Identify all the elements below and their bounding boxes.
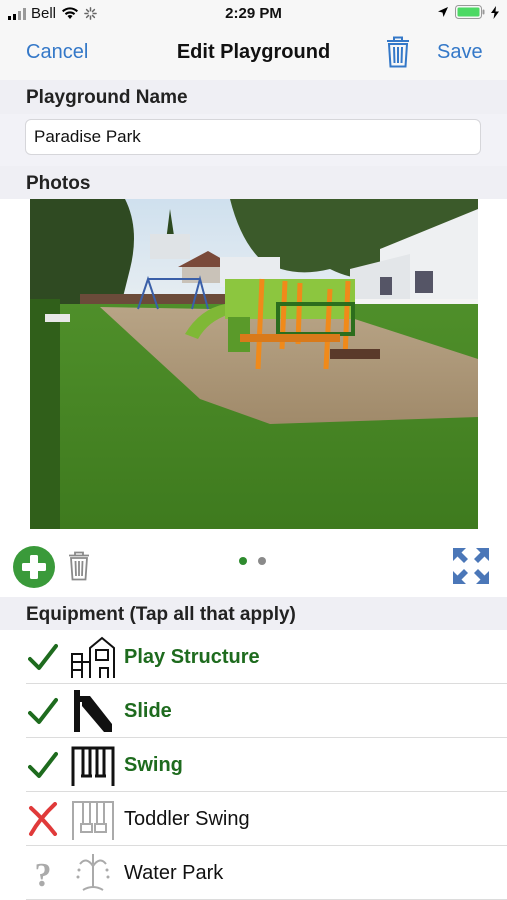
svg-text:?: ?	[35, 857, 52, 890]
checkmark-icon	[28, 752, 58, 778]
add-photo-button[interactable]	[12, 545, 56, 594]
equipment-label: Water Park	[124, 862, 224, 884]
delete-photo-button[interactable]	[68, 551, 90, 586]
water-park-icon	[76, 854, 110, 891]
expand-photo-button[interactable]	[452, 547, 490, 590]
playground-name-header: Playground Name	[0, 80, 507, 114]
equipment-row-toddler-swing[interactable]: Toddler Swing	[0, 792, 507, 846]
equipment-row-play-structure[interactable]: Play Structure	[0, 630, 507, 684]
photo-page-indicator[interactable]	[239, 557, 266, 565]
status-bar-right	[437, 5, 499, 19]
trash-icon	[387, 36, 409, 68]
page-dot-inactive[interactable]	[258, 557, 266, 565]
playground-photo[interactable]	[30, 199, 478, 529]
expand-icon	[453, 548, 489, 584]
charging-bolt-icon	[491, 5, 499, 19]
slide-icon	[74, 690, 112, 732]
photos-header-label: Photos	[26, 173, 91, 194]
playground-name-input[interactable]	[25, 119, 481, 155]
swing-icon	[71, 746, 115, 786]
save-button[interactable]: Save	[437, 41, 483, 64]
status-bar: Bell 2:29 PM	[0, 0, 507, 28]
photo-toolbar	[0, 539, 507, 595]
checkmark-icon	[28, 698, 58, 724]
equipment-list: Play Structure Slide Swing Toddler Swing…	[0, 630, 507, 900]
photos-header: Photos	[0, 166, 507, 200]
question-mark-icon: ?	[35, 857, 52, 890]
navigation-bar: Cancel Edit Playground Save	[0, 28, 507, 80]
play-structure-icon	[71, 636, 115, 678]
battery-icon	[455, 5, 485, 19]
status-time: 2:29 PM	[225, 5, 282, 22]
page-dot-active[interactable]	[239, 557, 247, 565]
checkmark-icon	[28, 644, 58, 670]
equipment-row-slide[interactable]: Slide	[0, 684, 507, 738]
equipment-row-swing[interactable]: Swing	[0, 738, 507, 792]
photos-section	[0, 199, 507, 597]
location-arrow-icon	[438, 7, 448, 17]
equipment-header-label: Equipment (Tap all that apply)	[26, 604, 296, 625]
trash-icon	[69, 551, 89, 581]
equipment-label: Swing	[124, 754, 183, 776]
equipment-label: Toddler Swing	[124, 808, 250, 830]
equipment-label: Play Structure	[124, 646, 260, 668]
equipment-label: Slide	[124, 700, 172, 722]
playground-name-header-label: Playground Name	[26, 87, 188, 108]
equipment-header: Equipment (Tap all that apply)	[0, 597, 507, 631]
add-circle-icon	[13, 546, 55, 588]
cross-icon	[29, 802, 57, 836]
page-title: Edit Playground	[176, 41, 331, 63]
playground-name-section	[0, 114, 507, 166]
toddler-swing-icon	[72, 801, 114, 840]
delete-playground-button[interactable]	[386, 36, 410, 73]
equipment-row-water-park[interactable]: ? Water Park	[0, 846, 507, 900]
